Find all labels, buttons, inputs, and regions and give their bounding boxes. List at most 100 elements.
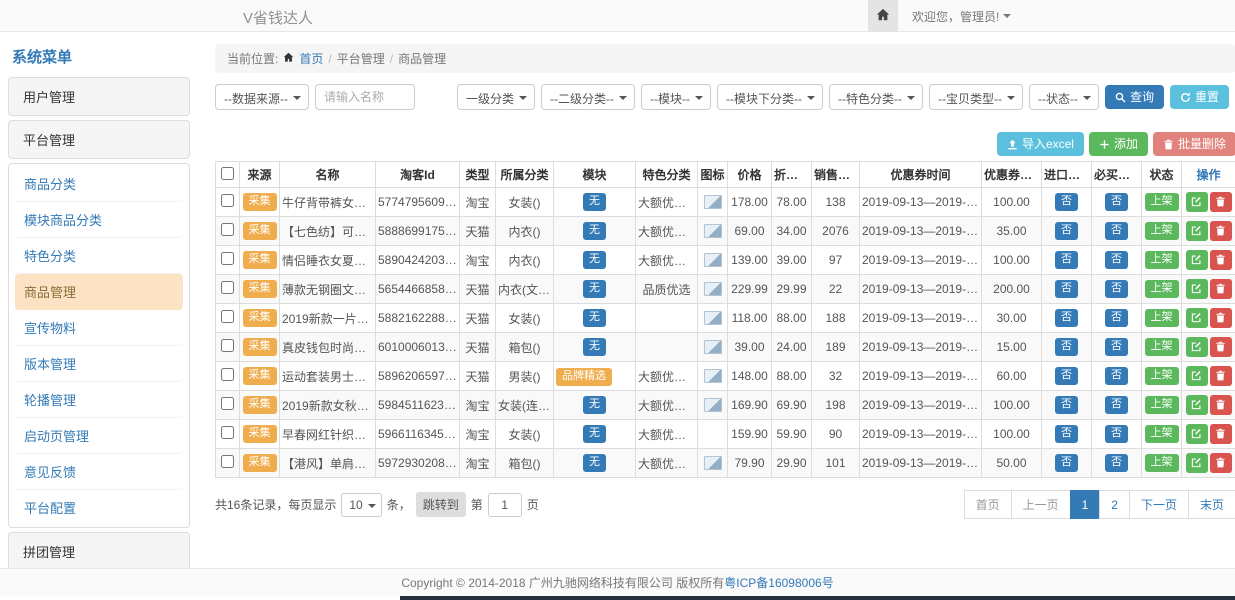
edit-button[interactable] [1186,308,1208,328]
user-menu[interactable]: 欢迎您，管理员! [912,8,1011,25]
status-badge[interactable]: 上架 [1145,193,1179,211]
delete-button[interactable] [1210,279,1232,299]
import-select-badge[interactable]: 否 [1055,338,1078,356]
sidebar-item-link[interactable]: 模块商品分类 [15,202,183,238]
sidebar-item-link[interactable]: 宣传物料 [15,310,183,346]
delete-button[interactable] [1210,308,1232,328]
page-button-首页[interactable]: 首页 [964,490,1012,519]
status-badge[interactable]: 上架 [1145,367,1179,385]
must-buy-badge[interactable]: 否 [1105,193,1128,211]
import-excel-button[interactable]: 导入excel [997,132,1084,156]
edit-button[interactable] [1186,337,1208,357]
filter-select[interactable]: --特色分类-- [829,84,923,110]
filter-select[interactable]: 一级分类 [457,84,535,110]
must-buy-badge[interactable]: 否 [1105,454,1128,472]
search-button[interactable]: 查询 [1105,85,1164,109]
batch-delete-button[interactable]: 批量删除 [1153,132,1235,156]
edit-button[interactable] [1186,366,1208,386]
delete-button[interactable] [1210,424,1232,444]
row-checkbox[interactable] [221,223,234,236]
sidebar-item-link[interactable]: 启动页管理 [15,418,183,454]
edit-button[interactable] [1186,279,1208,299]
status-badge[interactable]: 上架 [1145,251,1179,269]
import-select-badge[interactable]: 否 [1055,222,1078,240]
import-select-badge[interactable]: 否 [1055,193,1078,211]
breadcrumb-home-link[interactable]: 首页 [299,50,323,67]
status-badge[interactable]: 上架 [1145,396,1179,414]
delete-button[interactable] [1210,453,1232,473]
row-checkbox[interactable] [221,194,234,207]
sidebar-item-active[interactable]: 商品管理 [15,274,183,310]
must-buy-badge[interactable]: 否 [1105,280,1128,298]
sidebar-item-link[interactable]: 意见反馈 [15,454,183,490]
status-badge[interactable]: 上架 [1145,338,1179,356]
import-select-badge[interactable]: 否 [1055,251,1078,269]
name-search-input[interactable] [315,84,415,110]
import-select-badge[interactable]: 否 [1055,454,1078,472]
status-badge[interactable]: 上架 [1145,425,1179,443]
must-buy-badge[interactable]: 否 [1105,338,1128,356]
sidebar-item-link[interactable]: 商品分类 [15,166,183,202]
row-checkbox[interactable] [221,426,234,439]
per-page-select[interactable]: 10 [341,493,381,517]
delete-button[interactable] [1210,221,1232,241]
sidebar-item-link[interactable]: 轮播管理 [15,382,183,418]
must-buy-badge[interactable]: 否 [1105,367,1128,385]
filter-select[interactable]: --模块下分类-- [717,84,823,110]
edit-button[interactable] [1186,250,1208,270]
edit-button[interactable] [1186,221,1208,241]
page-button-1[interactable]: 1 [1070,490,1101,519]
row-checkbox[interactable] [221,281,234,294]
delete-button[interactable] [1210,395,1232,415]
must-buy-badge[interactable]: 否 [1105,425,1128,443]
import-select-badge[interactable]: 否 [1055,425,1078,443]
icp-link[interactable]: 粤ICP备16098006号 [724,576,833,590]
must-buy-badge[interactable]: 否 [1105,396,1128,414]
delete-button[interactable] [1210,337,1232,357]
import-select-badge[interactable]: 否 [1055,280,1078,298]
filter-select[interactable]: --状态-- [1029,84,1099,110]
status-badge[interactable]: 上架 [1145,222,1179,240]
sidebar-item-link[interactable]: 版本管理 [15,346,183,382]
must-buy-badge[interactable]: 否 [1105,309,1128,327]
row-checkbox[interactable] [221,339,234,352]
must-buy-badge[interactable]: 否 [1105,251,1128,269]
sidebar-group-header[interactable]: 平台管理 [8,120,190,159]
status-badge[interactable]: 上架 [1145,280,1179,298]
edit-button[interactable] [1186,424,1208,444]
must-buy-badge[interactable]: 否 [1105,222,1128,240]
sidebar-group-header[interactable]: 拼团管理 [8,532,190,568]
import-select-badge[interactable]: 否 [1055,396,1078,414]
import-select-badge[interactable]: 否 [1055,309,1078,327]
edit-button[interactable] [1186,192,1208,212]
status-badge[interactable]: 上架 [1145,309,1179,327]
edit-button[interactable] [1186,453,1208,473]
row-checkbox[interactable] [221,310,234,323]
filter-select[interactable]: --数据来源-- [215,84,309,110]
page-button-上一页[interactable]: 上一页 [1011,490,1071,519]
filter-select[interactable]: --二级分类-- [541,84,635,110]
page-button-2[interactable]: 2 [1099,490,1130,519]
filter-select[interactable]: --模块-- [641,84,711,110]
filter-select[interactable]: --宝贝类型-- [929,84,1023,110]
delete-button[interactable] [1210,250,1232,270]
home-button[interactable] [868,0,898,32]
row-checkbox[interactable] [221,397,234,410]
sidebar-item-link[interactable]: 平台配置 [15,490,183,525]
page-button-下一页[interactable]: 下一页 [1129,490,1189,519]
edit-button[interactable] [1186,395,1208,415]
row-checkbox[interactable] [221,252,234,265]
page-button-末页[interactable]: 末页 [1188,490,1235,519]
status-badge[interactable]: 上架 [1145,454,1179,472]
page-number-input[interactable] [488,493,522,517]
jump-button[interactable]: 跳转到 [416,492,466,517]
reset-button[interactable]: 重置 [1170,85,1229,109]
sidebar-group-header[interactable]: 用户管理 [8,77,190,116]
row-checkbox[interactable] [221,455,234,468]
delete-button[interactable] [1210,366,1232,386]
import-select-badge[interactable]: 否 [1055,367,1078,385]
select-all-checkbox[interactable] [221,167,234,180]
add-button[interactable]: 添加 [1089,132,1148,156]
row-checkbox[interactable] [221,368,234,381]
delete-button[interactable] [1210,192,1232,212]
